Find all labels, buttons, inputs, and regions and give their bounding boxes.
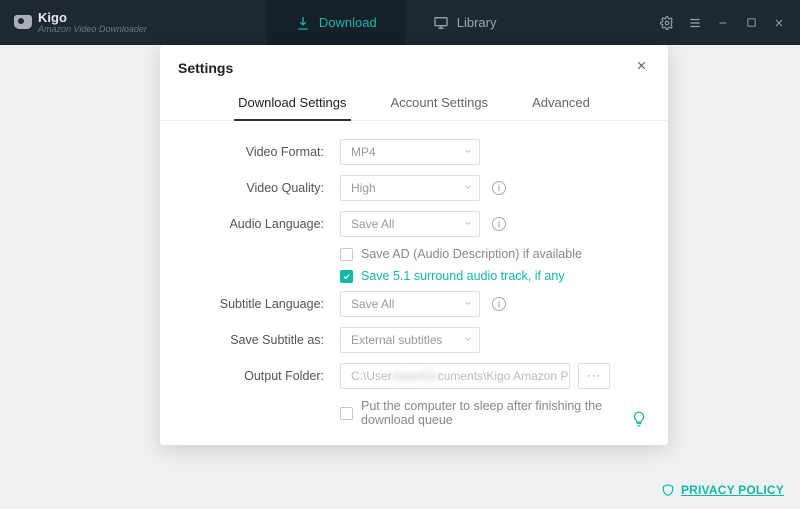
library-icon (433, 15, 449, 31)
info-icon[interactable]: i (492, 217, 506, 231)
nav-download-label: Download (319, 15, 377, 30)
download-settings-form: Video Format: MP4 Video Quality: High i … (160, 121, 668, 443)
select-audio-language-value: Save All (351, 217, 394, 231)
select-save-subtitle-as-value: External subtitles (351, 333, 442, 347)
label-video-format: Video Format: (190, 145, 340, 159)
window-controls (660, 16, 800, 30)
nav-download[interactable]: Download (267, 0, 405, 45)
output-folder-value: C:\Users\xxx\Documents\Kigo Amazon Prim (351, 369, 570, 383)
select-subtitle-language-value: Save All (351, 297, 394, 311)
nav-library-label: Library (457, 15, 497, 30)
select-video-format-value: MP4 (351, 145, 376, 159)
brand-subtitle: Amazon Video Downloader (38, 25, 147, 34)
brand: Kigo Amazon Video Downloader (0, 11, 147, 34)
info-icon[interactable]: i (492, 181, 506, 195)
content-area: Settings Download Settings Account Setti… (0, 45, 800, 509)
chevron-down-icon (463, 217, 473, 231)
privacy-policy-label: PRIVACY POLICY (681, 483, 784, 497)
label-video-quality: Video Quality: (190, 181, 340, 195)
select-video-format[interactable]: MP4 (340, 139, 480, 165)
chevron-down-icon (463, 145, 473, 159)
brand-name: Kigo (38, 11, 147, 25)
settings-close-button[interactable] (632, 59, 650, 77)
tab-account-settings[interactable]: Account Settings (389, 87, 491, 120)
settings-title: Settings (178, 60, 233, 76)
nav-library[interactable]: Library (405, 0, 525, 45)
select-video-quality[interactable]: High (340, 175, 480, 201)
select-audio-language[interactable]: Save All (340, 211, 480, 237)
download-icon (295, 15, 311, 31)
input-output-folder[interactable]: C:\Users\xxx\Documents\Kigo Amazon Prim (340, 363, 570, 389)
label-subtitle-language: Subtitle Language: (190, 297, 340, 311)
tab-download-settings[interactable]: Download Settings (236, 87, 348, 120)
info-icon[interactable]: i (492, 297, 506, 311)
settings-tabs: Download Settings Account Settings Advan… (160, 87, 668, 121)
label-output-folder: Output Folder: (190, 369, 340, 383)
checkbox-sleep-after[interactable] (340, 407, 353, 420)
close-window-icon[interactable] (772, 16, 786, 30)
privacy-policy-link[interactable]: PRIVACY POLICY (661, 483, 784, 497)
tip-icon[interactable] (630, 410, 648, 431)
title-bar: Kigo Amazon Video Downloader Download Li… (0, 0, 800, 45)
label-save-ad: Save AD (Audio Description) if available (361, 247, 582, 261)
chevron-down-icon (463, 297, 473, 311)
menu-icon[interactable] (688, 16, 702, 30)
label-save-51: Save 5.1 surround audio track, if any (361, 269, 565, 283)
select-subtitle-language[interactable]: Save All (340, 291, 480, 317)
select-save-subtitle-as[interactable]: External subtitles (340, 327, 480, 353)
main-nav: Download Library (267, 0, 525, 45)
tab-advanced[interactable]: Advanced (530, 87, 592, 120)
label-save-subtitle-as: Save Subtitle as: (190, 333, 340, 347)
browse-button[interactable]: ··· (578, 363, 610, 389)
maximize-icon[interactable] (744, 16, 758, 30)
settings-dialog: Settings Download Settings Account Setti… (160, 45, 668, 445)
label-sleep-after: Put the computer to sleep after finishin… (361, 399, 638, 427)
checkbox-save-ad[interactable] (340, 248, 353, 261)
chevron-down-icon (463, 181, 473, 195)
checkbox-save-51[interactable] (340, 270, 353, 283)
label-audio-language: Audio Language: (190, 217, 340, 231)
minimize-icon[interactable] (716, 16, 730, 30)
select-video-quality-value: High (351, 181, 376, 195)
gear-icon[interactable] (660, 16, 674, 30)
chevron-down-icon (463, 333, 473, 347)
brand-logo-icon (14, 15, 32, 29)
